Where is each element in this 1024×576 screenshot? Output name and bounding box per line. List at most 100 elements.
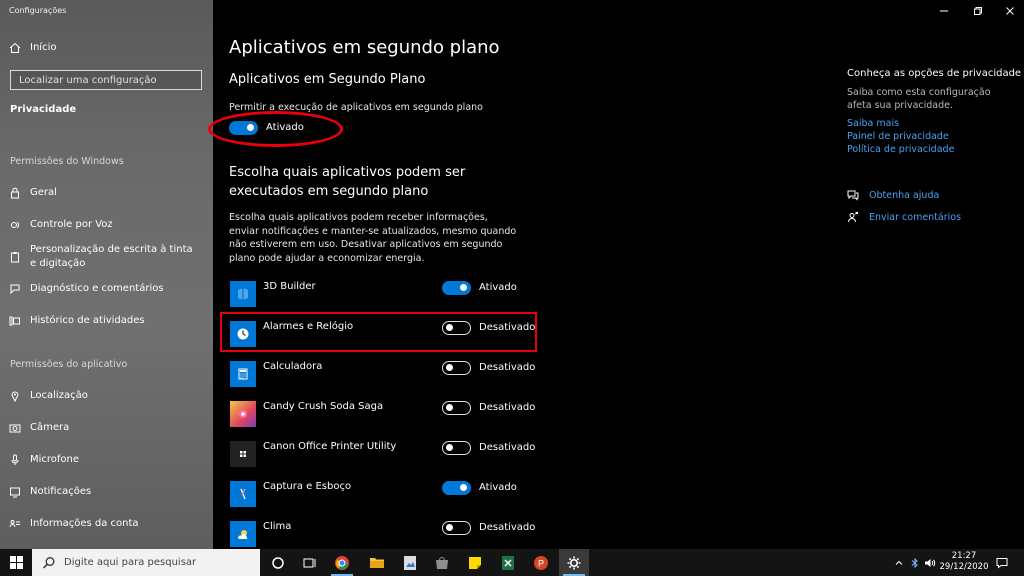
annotation-rectangle: [220, 312, 537, 352]
feedback-person-icon: [848, 212, 858, 223]
taskbar-clock[interactable]: 21:27 29/12/2020: [938, 551, 990, 573]
candy-crush-icon: [230, 401, 256, 427]
section-app-permissions: Permissões do aplicativo: [10, 359, 128, 370]
taskbar: Digite aqui para pesquisar P 21:27 29/12…: [0, 549, 1024, 576]
chevron-up-icon: [895, 560, 903, 565]
sidebar-item-notifications[interactable]: Notificações: [0, 485, 213, 499]
clipboard-icon: [0, 251, 30, 263]
send-feedback-link[interactable]: Enviar comentários: [847, 211, 961, 223]
privacy-options-title: Conheça as opções de privacidade: [847, 68, 1022, 79]
toggle-knob: [446, 444, 453, 451]
choose-apps-description: Escolha quais aplicativos podem receber …: [229, 212, 517, 264]
cortana-button[interactable]: [263, 549, 293, 576]
app-name: Canon Office Printer Utility: [263, 441, 397, 452]
voice-icon: [0, 219, 30, 231]
settings-search-input[interactable]: Localizar uma configuração: [10, 70, 202, 90]
sidebar-item-diagnostics[interactable]: Diagnóstico e comentários: [0, 282, 213, 296]
toggle-knob: [446, 524, 453, 531]
clock-time: 21:27: [951, 551, 977, 561]
excel-icon: [502, 555, 514, 570]
taskbar-store[interactable]: [427, 549, 457, 576]
tray-volume[interactable]: [922, 549, 938, 576]
learn-more-link[interactable]: Saiba mais: [847, 118, 899, 129]
sidebar-item-microphone[interactable]: Microfone: [0, 453, 213, 467]
toggle-knob: [446, 404, 453, 411]
start-button[interactable]: [0, 549, 32, 576]
choose-apps-heading: Escolha quais aplicativos podem ser exec…: [229, 165, 466, 199]
state-canon: Desativado: [479, 442, 536, 453]
annotation-ellipse: [208, 111, 343, 147]
toggle-canon[interactable]: [442, 441, 471, 455]
taskbar-excel[interactable]: [493, 549, 523, 576]
calculator-icon: [230, 361, 256, 387]
taskbar-chrome[interactable]: [327, 549, 357, 576]
toggle-knob: [460, 484, 467, 491]
sidebar-item-camera[interactable]: Câmera: [0, 421, 213, 435]
app-name: Calculadora: [263, 361, 323, 372]
lock-icon: [0, 187, 30, 199]
privacy-policy-link[interactable]: Política de privacidade: [847, 144, 954, 155]
svg-text:P: P: [538, 558, 544, 568]
action-center-button[interactable]: [993, 549, 1011, 576]
sidebar-item-inking[interactable]: Personalização de escrita à tinta e digi…: [0, 243, 213, 271]
taskbar-settings[interactable]: [559, 549, 589, 576]
toggle-calculator[interactable]: [442, 361, 471, 375]
chrome-icon: [335, 555, 349, 570]
camera-icon: [0, 422, 30, 434]
app-name: Candy Crush Soda Saga: [263, 401, 384, 412]
toggle-candy-crush[interactable]: [442, 401, 471, 415]
task-view-icon: [303, 558, 316, 567]
sidebar-item-activity-history[interactable]: Histórico de atividades: [0, 314, 213, 328]
tray-bluetooth[interactable]: [908, 549, 922, 576]
timeline-icon: [0, 315, 30, 327]
sidebar-item-general[interactable]: Geral: [0, 186, 213, 200]
close-button[interactable]: [1003, 4, 1017, 18]
toggle-knob: [460, 284, 467, 291]
nav-home-label: Início: [30, 42, 57, 53]
state-weather: Desativado: [479, 522, 536, 533]
gear-icon: [567, 556, 581, 569]
section-windows-permissions: Permissões do Windows: [10, 156, 124, 167]
category-title: Privacidade: [10, 104, 77, 115]
photo-app-icon: [404, 555, 416, 570]
bluetooth-icon: [911, 557, 918, 568]
state-calculator: Desativado: [479, 362, 536, 373]
toggle-snip-sketch[interactable]: [442, 481, 471, 495]
toggle-3d-builder[interactable]: [442, 281, 471, 295]
nav-home[interactable]: Início: [0, 41, 213, 55]
taskbar-sticky-notes[interactable]: [460, 549, 490, 576]
sidebar-item-location[interactable]: Localização: [0, 389, 213, 403]
minimize-button[interactable]: [937, 4, 951, 18]
volume-icon: [925, 558, 936, 567]
taskbar-file-explorer[interactable]: [362, 549, 392, 576]
section-title: Aplicativos em Segundo Plano: [229, 72, 426, 87]
restore-icon: [974, 7, 982, 15]
sidebar-item-account-info[interactable]: Informações da conta: [0, 517, 213, 531]
taskbar-powerpoint[interactable]: P: [526, 549, 556, 576]
taskbar-search-placeholder: Digite aqui para pesquisar: [64, 557, 197, 568]
clock-date: 29/12/2020: [939, 562, 989, 572]
search-icon: [42, 556, 55, 569]
taskbar-search-input[interactable]: Digite aqui para pesquisar: [32, 549, 260, 576]
taskbar-photo-app[interactable]: [395, 549, 425, 576]
toggle-weather[interactable]: [442, 521, 471, 535]
search-placeholder: Localizar uma configuração: [19, 74, 157, 86]
privacy-dashboard-link[interactable]: Painel de privacidade: [847, 131, 949, 142]
restore-button[interactable]: [971, 4, 985, 18]
settings-sidebar: Configurações Início Localizar uma confi…: [0, 0, 213, 549]
windows-logo-icon: [9, 556, 23, 569]
window-title: Configurações: [9, 6, 67, 15]
get-help-link[interactable]: Obtenha ajuda: [847, 189, 939, 201]
microphone-icon: [0, 454, 30, 466]
home-icon: [0, 42, 30, 54]
cortana-icon: [272, 556, 284, 569]
state-snip-sketch: Ativado: [479, 482, 517, 493]
task-view-button[interactable]: [295, 549, 325, 576]
sticky-notes-icon: [469, 556, 481, 569]
sidebar-item-voice[interactable]: Controle por Voz: [0, 218, 213, 232]
tray-overflow-button[interactable]: [892, 549, 906, 576]
printer-utility-icon: [230, 441, 256, 467]
powerpoint-icon: P: [534, 555, 548, 570]
feedback-icon: [0, 283, 30, 295]
minimize-icon: [940, 10, 948, 12]
